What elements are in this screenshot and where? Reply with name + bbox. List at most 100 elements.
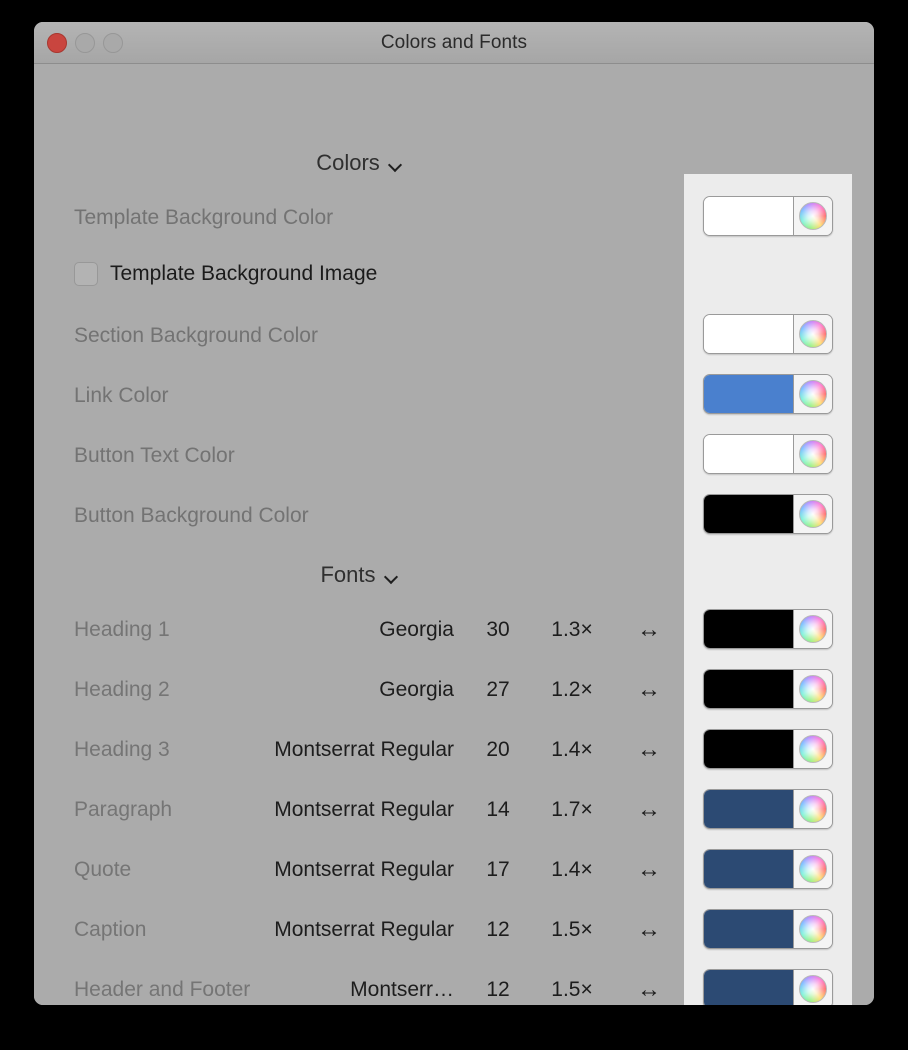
font-size-field[interactable]: 12	[476, 918, 520, 942]
line-height-field[interactable]: 1.2×	[538, 678, 606, 702]
color-wheel-button[interactable]	[793, 495, 832, 533]
letter-spacing-icon[interactable]: ↔	[624, 618, 674, 642]
letter-spacing-icon[interactable]: ↔	[624, 978, 674, 1002]
line-height-field[interactable]: 1.4×	[538, 858, 606, 882]
color-swatch[interactable]	[704, 730, 793, 768]
font-size-field[interactable]: 20	[476, 738, 520, 762]
font-size-field[interactable]: 30	[476, 618, 520, 642]
fonts-section-header[interactable]: Fonts	[34, 562, 684, 588]
font-family-button[interactable]: Montserrat Regular	[274, 798, 454, 822]
color-swatch[interactable]	[704, 970, 793, 1005]
color-well-button-background[interactable]	[703, 494, 833, 534]
fonts-section-label: Fonts	[320, 562, 376, 587]
font-row-label: Quote	[74, 858, 132, 881]
template-background-image-checkbox[interactable]	[74, 262, 98, 286]
line-height-field[interactable]: 1.3×	[538, 618, 606, 642]
colors-section-header[interactable]: Colors	[34, 150, 684, 176]
color-well-header-and-footer[interactable]	[703, 969, 833, 1005]
chevron-down-icon	[385, 572, 398, 580]
font-family-button[interactable]: Georgia	[379, 618, 454, 642]
color-well-section-background[interactable]	[703, 314, 833, 354]
color-swatch[interactable]	[704, 375, 793, 413]
color-well-heading-2[interactable]	[703, 669, 833, 709]
line-height-field[interactable]: 1.5×	[538, 978, 606, 1002]
color-wheel-icon	[799, 440, 827, 468]
color-swatch[interactable]	[704, 610, 793, 648]
zoom-button[interactable]	[103, 32, 123, 53]
color-swatch[interactable]	[704, 790, 793, 828]
color-wheel-button[interactable]	[793, 730, 832, 768]
color-well-quote[interactable]	[703, 849, 833, 889]
color-swatch[interactable]	[704, 495, 793, 533]
line-height-field[interactable]: 1.4×	[538, 738, 606, 762]
color-well-link[interactable]	[703, 374, 833, 414]
font-row-quote[interactable]: Quote Montserrat Regular 17 1.4× ↔	[34, 855, 684, 885]
color-wheel-button[interactable]	[793, 610, 832, 648]
close-button[interactable]	[47, 32, 67, 53]
letter-spacing-icon[interactable]: ↔	[624, 798, 674, 822]
color-swatch[interactable]	[704, 910, 793, 948]
font-row-header-and-footer[interactable]: Header and Footer Montserr… 12 1.5× ↔	[34, 975, 684, 1005]
color-swatch[interactable]	[704, 435, 793, 473]
checkbox-row-template-background-image[interactable]: Template Background Image	[74, 262, 377, 286]
font-size-field[interactable]: 12	[476, 978, 520, 1002]
font-row-label: Heading 2	[74, 678, 170, 701]
traffic-light-group	[47, 22, 123, 63]
color-well-template-background[interactable]	[703, 196, 833, 236]
font-family-button[interactable]: Montserr…	[350, 978, 454, 1002]
color-wheel-button[interactable]	[793, 790, 832, 828]
font-row-label: Header and Footer	[74, 978, 251, 1001]
color-well-caption[interactable]	[703, 909, 833, 949]
color-wheel-icon	[799, 675, 827, 703]
color-wheel-button[interactable]	[793, 910, 832, 948]
colors-section-label: Colors	[316, 150, 380, 175]
color-wheel-icon	[799, 975, 827, 1003]
color-wheel-icon	[799, 615, 827, 643]
color-wheel-icon	[799, 202, 827, 230]
font-family-button[interactable]: Montserrat Regular	[274, 918, 454, 942]
color-well-heading-1[interactable]	[703, 609, 833, 649]
letter-spacing-icon[interactable]: ↔	[624, 918, 674, 942]
color-wheel-icon	[799, 855, 827, 883]
letter-spacing-icon[interactable]: ↔	[624, 738, 674, 762]
color-wheel-button[interactable]	[793, 315, 832, 353]
color-wheel-button[interactable]	[793, 435, 832, 473]
font-family-button[interactable]: Montserrat Regular	[274, 858, 454, 882]
font-row-heading-3[interactable]: Heading 3 Montserrat Regular 20 1.4× ↔	[34, 735, 684, 765]
color-swatch[interactable]	[704, 315, 793, 353]
letter-spacing-icon[interactable]: ↔	[624, 678, 674, 702]
color-wheel-button[interactable]	[793, 670, 832, 708]
font-row-label: Caption	[74, 918, 147, 941]
letter-spacing-icon[interactable]: ↔	[624, 858, 674, 882]
font-family-button[interactable]: Georgia	[379, 678, 454, 702]
font-row-caption[interactable]: Caption Montserrat Regular 12 1.5× ↔	[34, 915, 684, 945]
color-well-heading-3[interactable]	[703, 729, 833, 769]
color-wheel-button[interactable]	[793, 375, 832, 413]
font-family-button[interactable]: Montserrat Regular	[274, 738, 454, 762]
font-size-field[interactable]: 14	[476, 798, 520, 822]
font-row-label: Paragraph	[74, 798, 173, 821]
font-row-label: Heading 3	[74, 738, 170, 761]
line-height-field[interactable]: 1.5×	[538, 918, 606, 942]
color-swatch[interactable]	[704, 850, 793, 888]
color-swatch[interactable]	[704, 197, 793, 235]
font-row-heading-2[interactable]: Heading 2 Georgia 27 1.2× ↔	[34, 675, 684, 705]
font-row-heading-1[interactable]: Heading 1 Georgia 30 1.3× ↔	[34, 615, 684, 645]
color-wheel-icon	[799, 380, 827, 408]
color-well-button-text[interactable]	[703, 434, 833, 474]
font-size-field[interactable]: 17	[476, 858, 520, 882]
font-row-paragraph[interactable]: Paragraph Montserrat Regular 14 1.7× ↔	[34, 795, 684, 825]
color-well-paragraph[interactable]	[703, 789, 833, 829]
color-wheel-button[interactable]	[793, 197, 832, 235]
minimize-button[interactable]	[75, 32, 95, 53]
label-template-background-color: Template Background Color	[74, 206, 334, 229]
color-wheel-icon	[799, 915, 827, 943]
chevron-down-icon	[389, 160, 402, 168]
color-wheel-button[interactable]	[793, 970, 832, 1005]
label-template-background-image: Template Background Image	[110, 262, 378, 285]
color-wheel-button[interactable]	[793, 850, 832, 888]
line-height-field[interactable]: 1.7×	[538, 798, 606, 822]
color-wheel-icon	[799, 500, 827, 528]
font-size-field[interactable]: 27	[476, 678, 520, 702]
color-swatch[interactable]	[704, 670, 793, 708]
